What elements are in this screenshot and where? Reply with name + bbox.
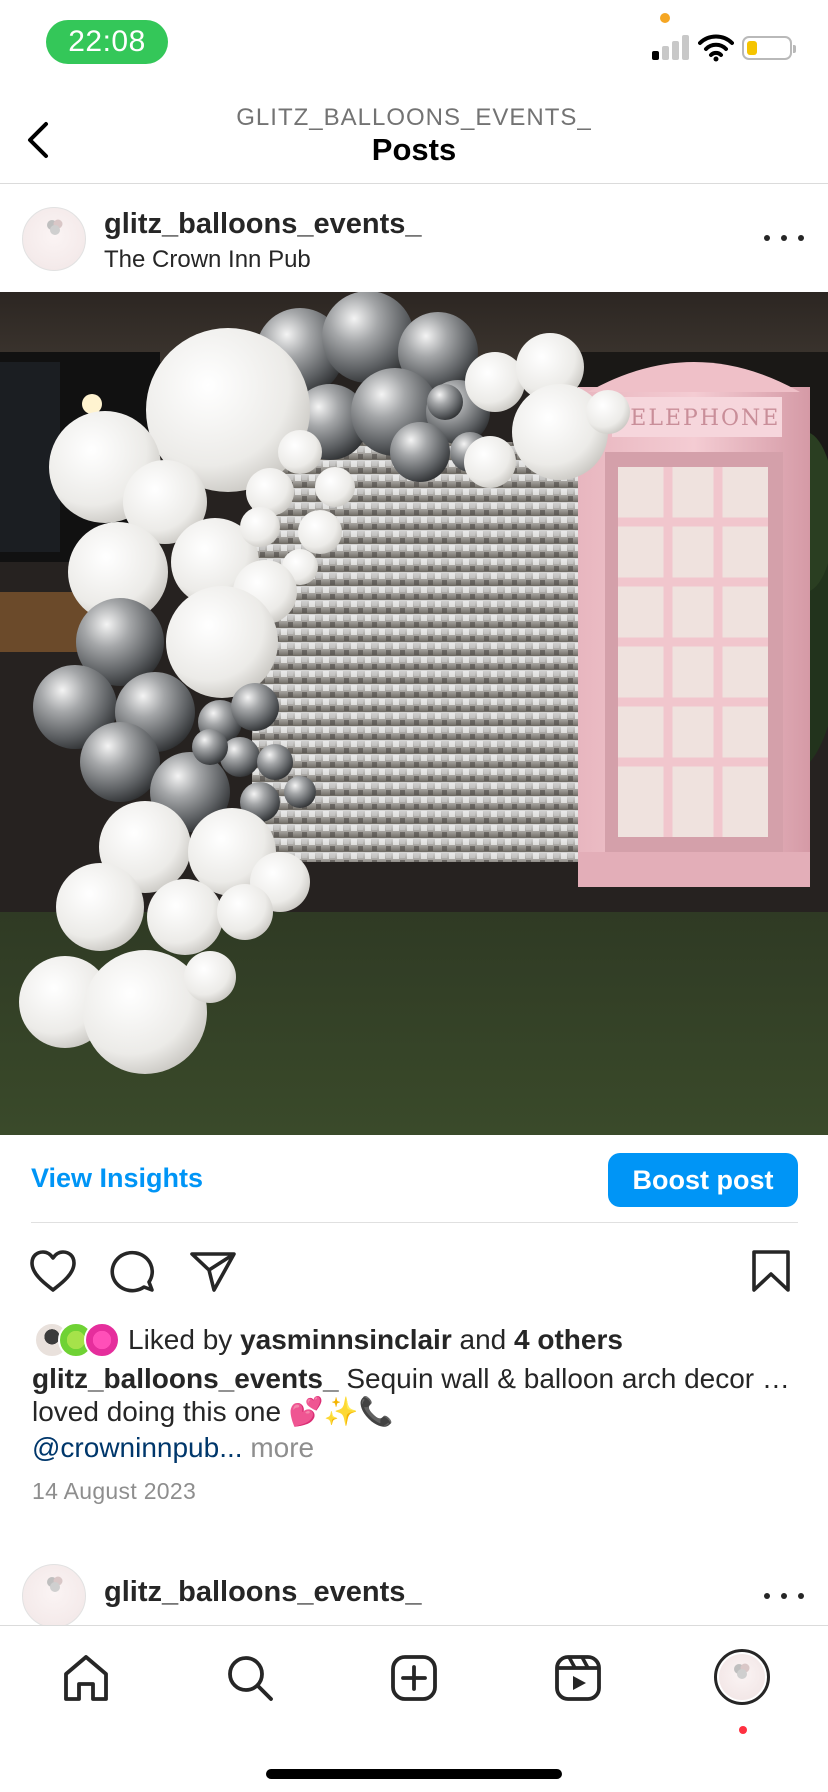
notification-dot [739,1726,747,1734]
home-icon[interactable] [60,1652,112,1704]
divider [31,1222,798,1223]
avatar[interactable] [22,207,86,271]
logo-balloons [47,1576,63,1592]
bookmark-icon[interactable] [746,1248,796,1294]
mention-ellipsis: ... [219,1432,243,1463]
wifi-icon [698,34,734,62]
comment-icon[interactable] [108,1248,158,1294]
heart-icon[interactable] [28,1248,78,1294]
bottom-nav [0,1625,828,1792]
mention-link[interactable]: @crowninnpub [32,1432,219,1463]
logo-balloons [47,219,63,235]
post-date: 14 August 2023 [32,1478,197,1504]
post-location[interactable]: The Crown Inn Pub [104,246,311,274]
posts-header: GLITZ_BALLOONS_EVENTS_ Posts [0,84,828,184]
battery-icon [742,36,796,60]
privacy-indicator-dot [660,13,670,23]
account-name: GLITZ_BALLOONS_EVENTS_ [236,104,592,131]
post-header: glitz_balloons_events_ The Crown Inn Pub [0,184,828,290]
avatar [719,1654,765,1700]
logo-balloons [734,1663,750,1679]
more-horizontal-icon[interactable] [764,228,804,248]
likes-text[interactable]: Liked by yasminnsinclair and 4 others [128,1324,623,1356]
view-insights-link[interactable]: View Insights [31,1163,203,1194]
insights-row: View Insights Boost post [0,1135,828,1223]
next-post-username[interactable]: glitz_balloons_events_ [104,1576,422,1609]
caption-mention-line: @crowninnpub... more [32,1432,314,1464]
status-time: 22:08 [46,20,168,64]
create-icon[interactable] [388,1652,440,1704]
svg-text:TELEPHONE: TELEPHONE [614,406,781,431]
liker-avatar [84,1322,120,1358]
avatar[interactable] [22,1564,86,1628]
more-horizontal-icon[interactable] [764,1586,804,1606]
reels-icon[interactable] [552,1652,604,1704]
likes-others: 4 others [514,1324,623,1355]
liker-avatars[interactable] [34,1322,122,1358]
post-username[interactable]: glitz_balloons_events_ [104,208,422,241]
profile-avatar[interactable] [714,1649,770,1705]
caption-more-link[interactable]: more [250,1432,314,1463]
telephone-box: TELEPHONE [578,362,810,887]
post-caption: glitz_balloons_events_ Sequin wall & bal… [32,1362,802,1428]
liker-username: yasminnsinclair [240,1324,452,1355]
boost-post-button[interactable]: Boost post [608,1153,798,1207]
home-indicator [266,1769,562,1779]
next-post-header: glitz_balloons_events_ [0,1540,828,1628]
likes-row: Liked by yasminnsinclair and 4 others [34,1320,814,1360]
cellular-signal-icon [652,34,690,60]
battery-level [747,41,757,55]
caption-username[interactable]: glitz_balloons_events_ [32,1363,339,1394]
page-title: Posts [371,132,457,167]
post-photo: TELEPHONE [0,292,828,1135]
status-bar: 22:08 [0,0,828,84]
share-icon[interactable] [188,1248,238,1294]
search-icon[interactable] [224,1652,276,1704]
post-image[interactable]: TELEPHONE [0,292,828,1135]
